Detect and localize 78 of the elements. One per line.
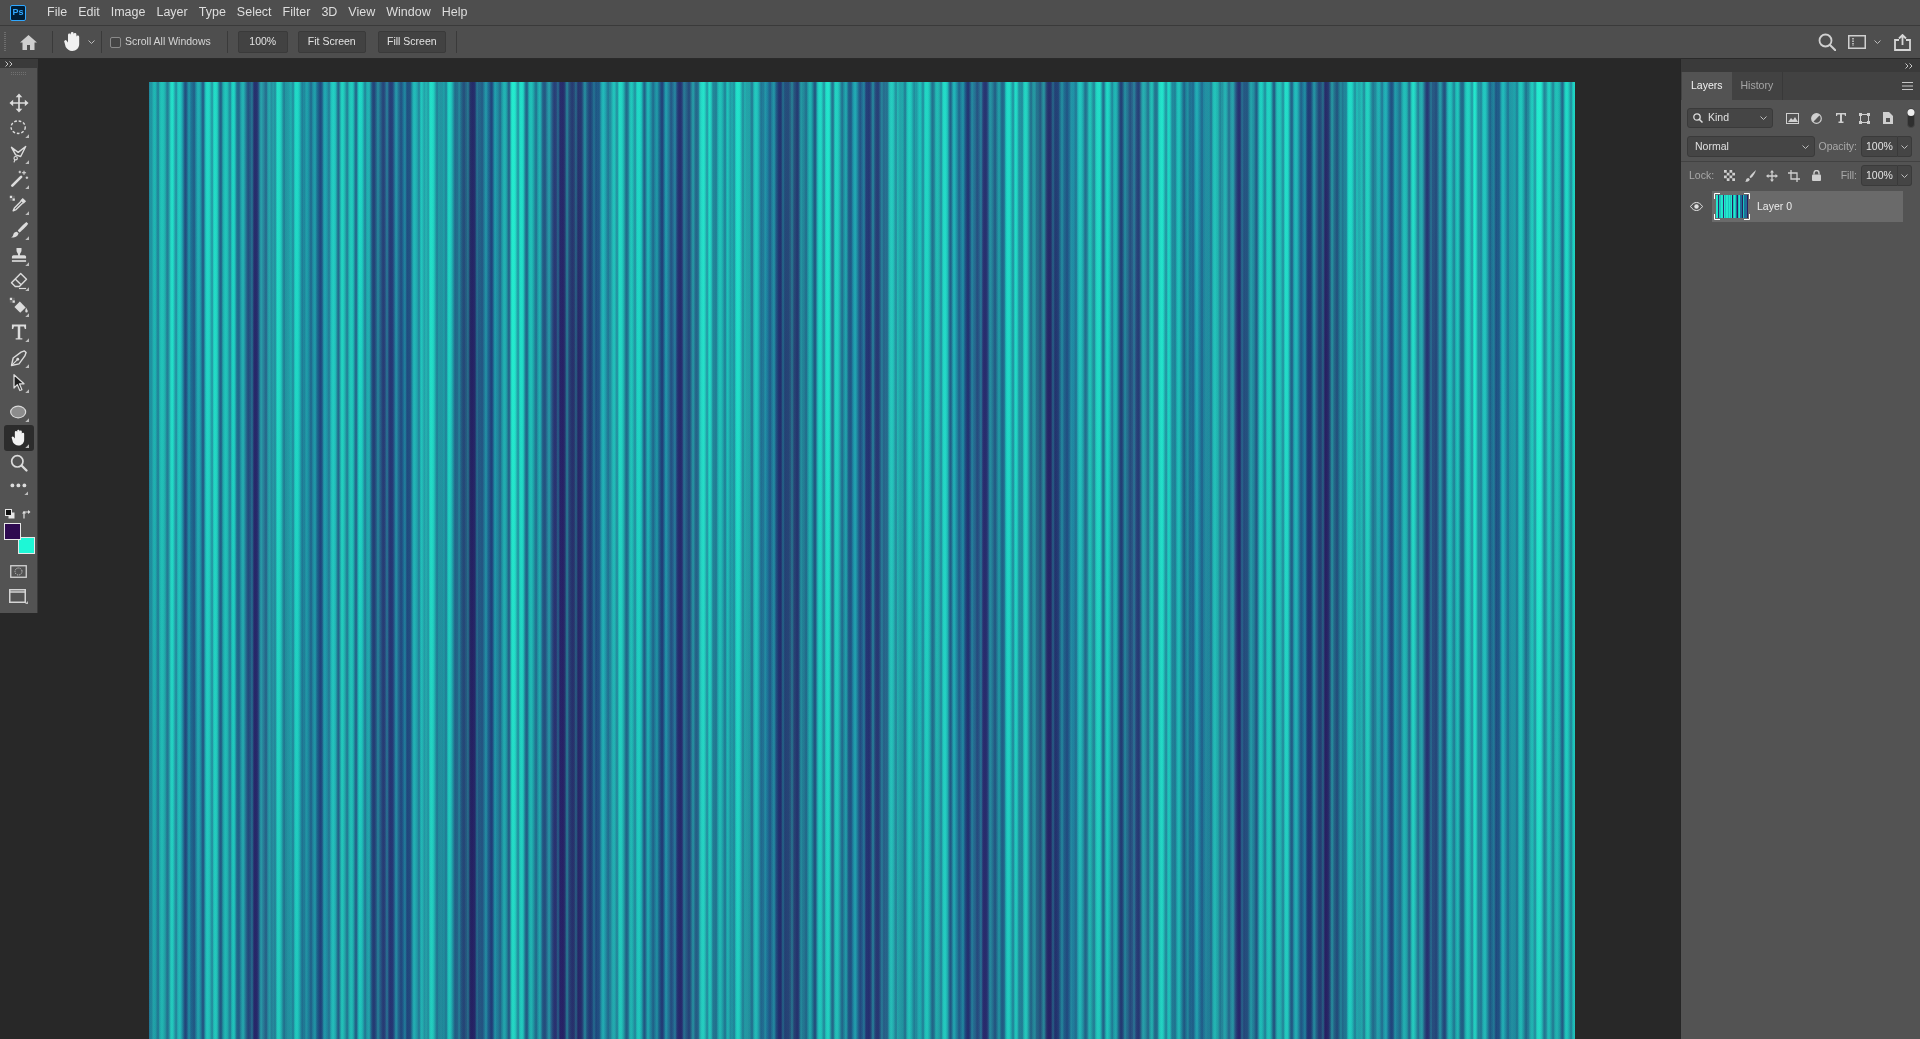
double-chevron-icon[interactable] <box>5 60 13 67</box>
menu-item[interactable]: Window <box>380 0 437 25</box>
zoom-option-button[interactable]: 100% <box>237 31 288 53</box>
eye-icon <box>1690 202 1703 211</box>
layer-name: Layer 0 <box>1757 198 1793 214</box>
home-button[interactable] <box>18 32 38 52</box>
menu-item[interactable]: Layer <box>150 0 194 25</box>
eraser-icon <box>8 271 29 292</box>
menu-item[interactable]: Edit <box>72 0 106 25</box>
home-icon <box>19 34 37 50</box>
quick-mask-icon <box>10 565 27 578</box>
layer-row[interactable]: Layer 0 <box>1712 191 1903 222</box>
lock-label: Lock: <box>1689 167 1715 183</box>
magic-wand-icon <box>8 169 29 190</box>
foreground-swatch-icon[interactable] <box>4 522 21 540</box>
fill-field[interactable]: 100% <box>1861 165 1898 186</box>
image-icon[interactable] <box>1786 112 1799 124</box>
tool-preset-button[interactable] <box>62 30 95 54</box>
caret-icon <box>1760 116 1767 120</box>
swap-arrows-icon[interactable] <box>22 508 32 519</box>
caret-icon <box>88 40 95 44</box>
half-circle-icon[interactable] <box>1811 112 1822 124</box>
blend-mode-dropdown[interactable]: Normal <box>1687 136 1815 157</box>
move-icon <box>8 92 29 113</box>
search-icon <box>1693 113 1703 123</box>
menu-item[interactable]: View <box>342 0 381 25</box>
hand-icon <box>62 32 82 52</box>
zoom-option-button[interactable]: Fit Screen <box>297 31 366 53</box>
menu-item[interactable]: Select <box>231 0 278 25</box>
fill-label: Fill: <box>1840 167 1857 183</box>
search-icon[interactable] <box>1818 33 1836 51</box>
menu-item[interactable]: Filter <box>277 0 316 25</box>
workspace-button[interactable] <box>1848 35 1881 49</box>
menu-icon[interactable] <box>1902 82 1913 90</box>
default-colors-icon[interactable] <box>5 508 15 519</box>
brush-icon <box>8 220 29 241</box>
panel-tab[interactable]: Layers <box>1682 72 1732 100</box>
layer-thumbnail <box>1714 193 1750 220</box>
menu-item[interactable]: Image <box>105 0 151 25</box>
padlock-icon[interactable] <box>1812 170 1822 181</box>
menu-item[interactable]: Help <box>436 0 473 25</box>
opacity-dropdown-button[interactable] <box>1898 136 1912 157</box>
caret-icon <box>1874 40 1881 44</box>
background-swatch-icon[interactable] <box>18 536 35 554</box>
menu-item[interactable]: File <box>41 0 73 25</box>
menu-item[interactable]: Type <box>193 0 232 25</box>
type-filter-icon[interactable] <box>1836 113 1846 123</box>
opacity-label: Opacity: <box>1818 138 1857 154</box>
opacity-field[interactable]: 100% <box>1861 136 1898 157</box>
checkerboard-icon[interactable] <box>1724 170 1736 181</box>
crop-icon[interactable] <box>1788 169 1801 182</box>
scroll-all-windows-checkbox[interactable] <box>110 36 121 48</box>
screen-mode-icon <box>9 589 28 604</box>
caret-icon <box>1802 144 1809 149</box>
app-logo: Ps <box>10 4 26 21</box>
zoom-icon <box>8 453 29 474</box>
shape-icon[interactable] <box>1859 112 1870 124</box>
double-chevron-icon[interactable] <box>1905 62 1913 69</box>
scroll-all-windows-label[interactable]: Scroll All Windows <box>125 34 211 50</box>
caret-icon <box>1901 173 1908 178</box>
panel-layout-icon <box>1848 35 1866 49</box>
share-icon[interactable] <box>1894 33 1911 51</box>
eyedropper-icon <box>8 194 29 215</box>
brush-icon[interactable] <box>1745 169 1757 182</box>
filter-toggle-switch[interactable] <box>1907 108 1915 128</box>
paint-bucket-icon <box>8 296 29 317</box>
fill-dropdown-button[interactable] <box>1898 165 1912 186</box>
tool-button[interactable] <box>3 425 34 451</box>
kind-filter-dropdown[interactable]: Kind <box>1687 108 1773 128</box>
caret-icon <box>1901 144 1908 149</box>
move-icon[interactable] <box>1766 169 1779 182</box>
pen-icon <box>8 347 29 368</box>
menu-item[interactable]: 3D <box>315 0 343 25</box>
zoom-option-button[interactable]: Fill Screen <box>377 31 446 53</box>
document-icon[interactable] <box>1883 112 1893 124</box>
lasso-icon <box>8 143 29 164</box>
more-icon <box>8 482 29 495</box>
elliptical-marquee-icon <box>8 118 29 139</box>
